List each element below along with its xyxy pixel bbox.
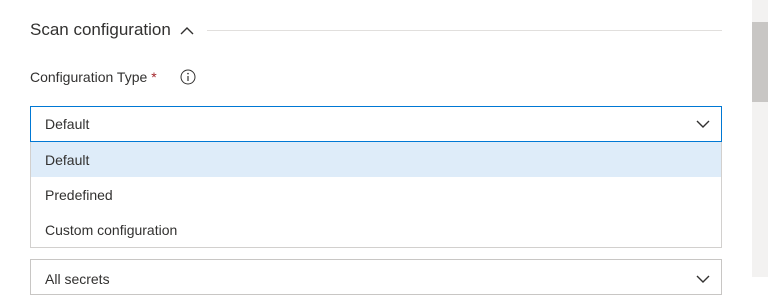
section-divider (206, 29, 722, 31)
secrets-dropdown-value: All secrets (45, 271, 110, 287)
dropdown-option-default[interactable]: Default (31, 142, 721, 177)
dropdown-options-list: Default Predefined Custom configuration (30, 142, 722, 248)
configuration-type-label: Configuration Type (30, 69, 148, 85)
chevron-up-icon[interactable] (179, 22, 195, 38)
configuration-type-dropdown[interactable]: Default (30, 106, 722, 142)
chevron-down-icon (695, 267, 711, 287)
required-asterisk: * (151, 69, 157, 85)
section-title: Scan configuration (30, 20, 171, 39)
dropdown-option-custom-configuration[interactable]: Custom configuration (31, 212, 721, 247)
dropdown-selected-value: Default (45, 116, 90, 132)
section-header: Scan configuration (30, 18, 722, 42)
dropdown-option-predefined[interactable]: Predefined (31, 177, 721, 212)
info-icon[interactable] (179, 68, 197, 86)
chevron-down-icon (695, 116, 711, 132)
scrollbar-thumb[interactable] (752, 22, 768, 102)
configuration-type-label-row: Configuration Type * (30, 66, 197, 88)
secrets-dropdown[interactable]: All secrets (30, 259, 722, 295)
